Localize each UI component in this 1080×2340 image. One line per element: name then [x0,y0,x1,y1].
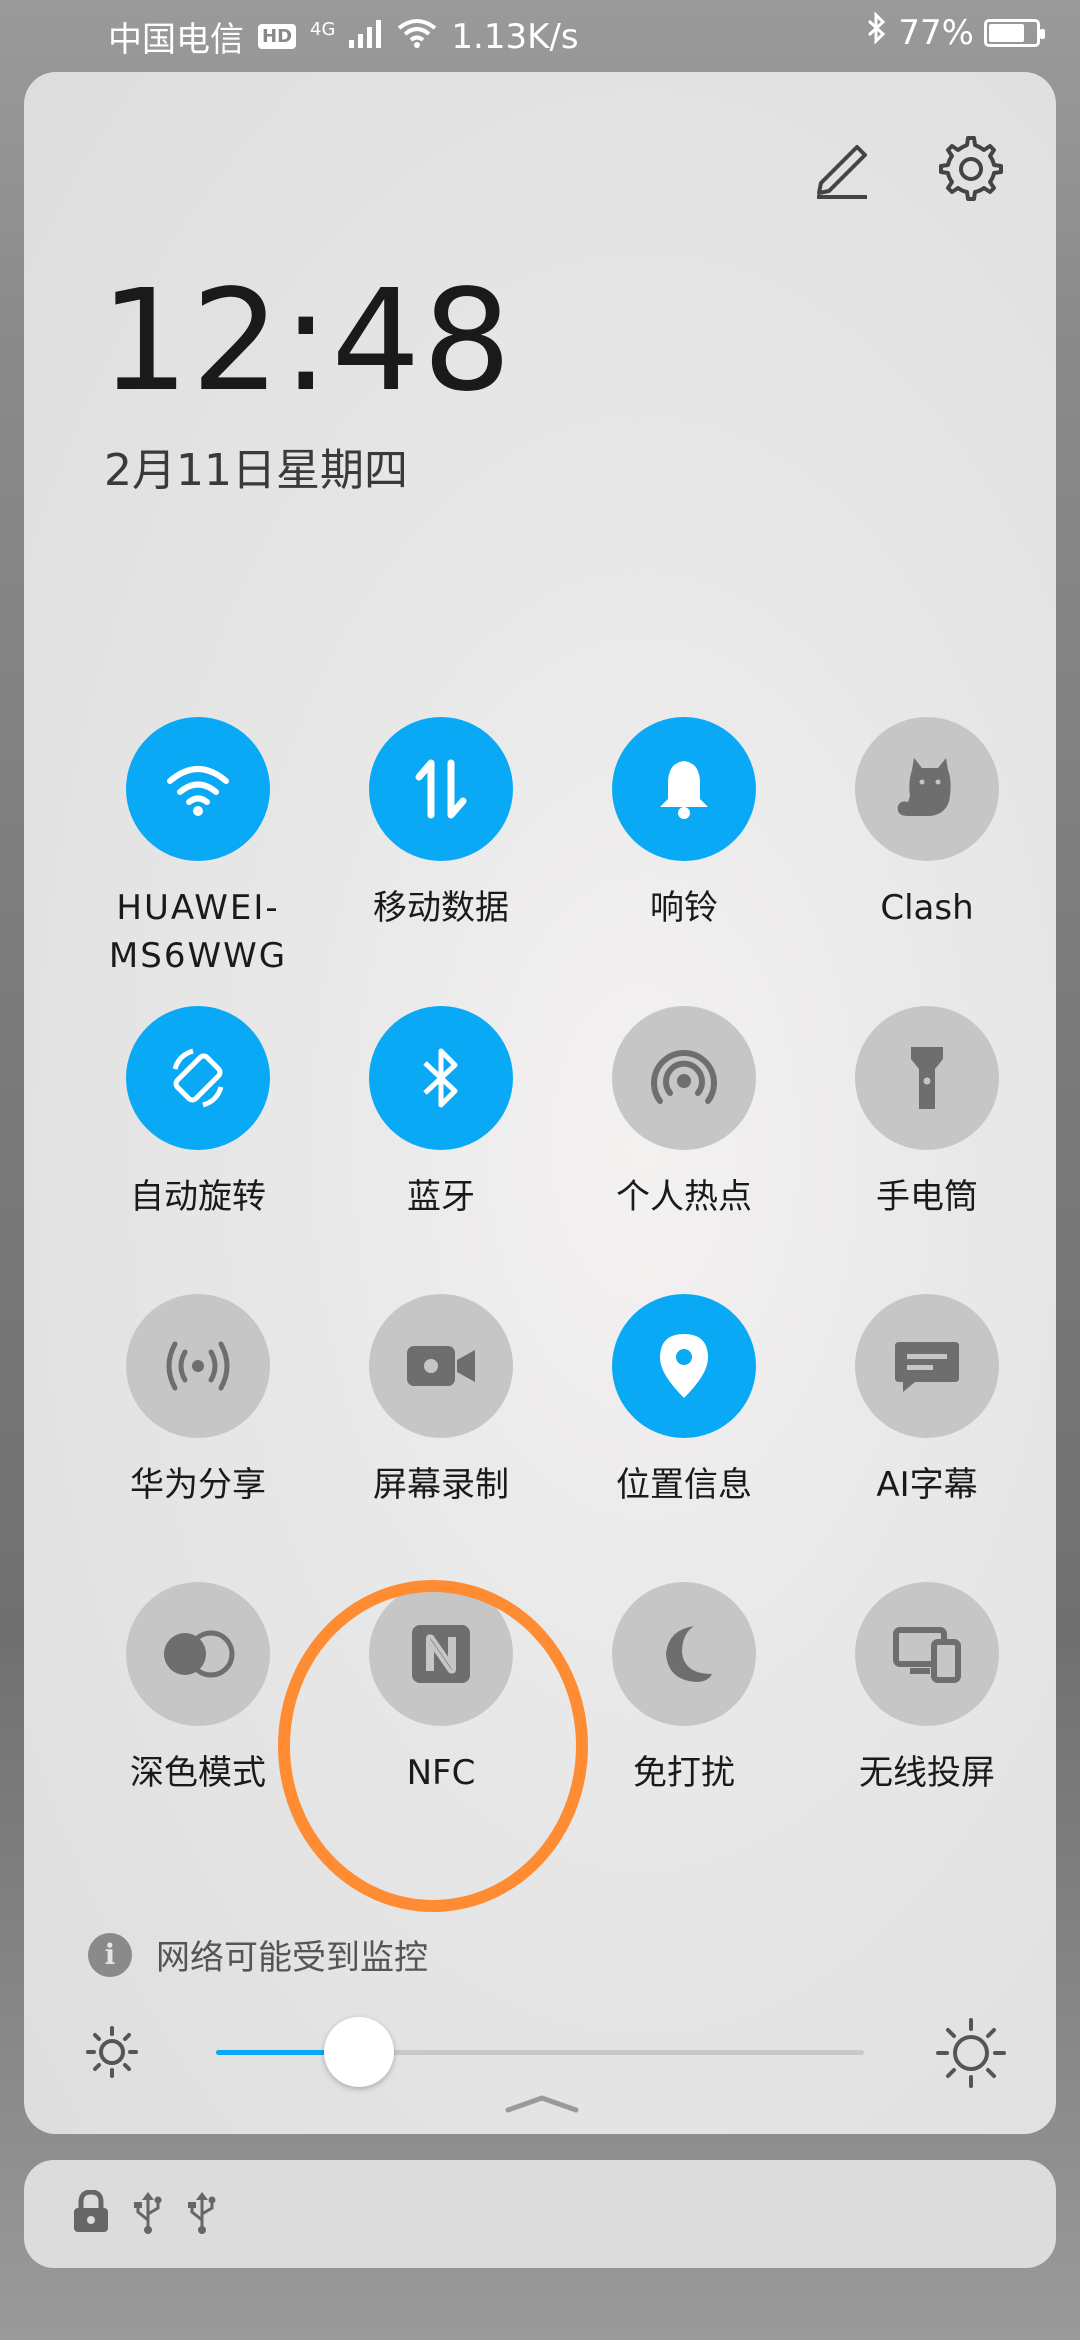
tile-wifi[interactable]: HUAWEI- MS6WWG [88,717,308,980]
notice-text: 网络可能受到监控 [156,1938,428,1978]
brightness-control [24,2012,1056,2092]
brightness-slider[interactable] [216,2017,864,2087]
tile-location[interactable]: 位置信息 [574,1294,794,1510]
hd-badge: HD [258,24,297,49]
edit-button[interactable] [806,134,876,204]
tile-label: Clash [880,888,974,928]
status-bar-left: 中国电信 HD 4G 1.13K/s [108,12,579,61]
gear-icon [939,136,1003,201]
battery-icon [984,18,1045,47]
tile-location-circle[interactable] [612,1294,756,1438]
bluetooth-icon [423,1048,458,1108]
notification-icons [72,2190,218,2234]
tile-bluetooth[interactable]: 蓝牙 [331,1006,551,1222]
tile-ai-subtitle[interactable]: AI字幕 [817,1294,1037,1510]
tile-do-not-disturb-circle[interactable] [612,1582,756,1726]
top-actions [806,134,1006,204]
cat-icon [897,758,951,816]
bell-icon [660,761,708,819]
brightness-low-icon [84,2024,140,2084]
nfc-highlight-annotation [278,1580,588,1912]
tile-screen-record[interactable]: 屏幕录制 [331,1294,551,1510]
tile-clash-circle[interactable] [855,717,999,861]
tile-flashlight[interactable]: 手电筒 [817,1006,1037,1222]
tile-label: 手电筒 [876,1177,978,1217]
wifi-icon [167,766,229,816]
tile-auto-rotate[interactable]: 自动旋转 [88,1006,308,1222]
tile-label: 位置信息 [616,1465,752,1505]
share-icon [166,1341,230,1391]
tile-label: 免打扰 [633,1753,735,1793]
panel-expand-handle[interactable] [504,2092,580,2118]
tile-label: 蓝牙 [407,1177,475,1217]
tile-dark-mode-circle[interactable] [126,1582,270,1726]
tile-wireless-projection[interactable]: 无线投屏 [817,1582,1037,1798]
tile-label: 移动数据 [373,888,509,928]
clock: 12:48 [100,260,514,423]
chevron-up-icon [505,2095,579,2113]
tile-bluetooth-circle[interactable] [369,1006,513,1150]
info-icon: i [88,1932,132,1977]
tile-label: 华为分享 [130,1465,266,1505]
tile-do-not-disturb[interactable]: 免打扰 [574,1582,794,1798]
tile-wifi-circle[interactable] [126,717,270,861]
tile-label: 无线投屏 [859,1753,995,1793]
lock-icon [74,2190,108,2232]
tile-mobile-data-circle[interactable] [369,717,513,861]
tile-label: AI字幕 [876,1465,978,1505]
rotate-icon [172,1048,224,1108]
notification-panel: 12:48 2月11日星期四 HUAWEI- MS6WWG 移动数据 响铃 Cl… [24,72,1056,2134]
tile-label: HUAWEI- MS6WWG [108,888,288,976]
moon-icon [666,1626,712,1682]
date: 2月11日星期四 [104,445,408,496]
location-icon [660,1334,708,1398]
pencil-icon [817,145,867,199]
screen-record-icon [407,1346,475,1386]
carrier-name: 中国电信 [108,20,244,60]
tile-ring-circle[interactable] [612,717,756,861]
status-bar-right: 77% [866,11,1045,53]
battery-percent: 77% [898,12,974,53]
tile-ai-subtitle-circle[interactable] [855,1294,999,1438]
hotspot-icon [651,1050,717,1104]
tile-huawei-share-circle[interactable] [126,1294,270,1438]
notification-card[interactable] [24,2160,1056,2268]
signal-icon [349,17,383,57]
tile-label: 个人热点 [616,1177,752,1217]
tile-clash[interactable]: Clash [817,717,1037,933]
tile-dark-mode[interactable]: 深色模式 [88,1582,308,1798]
dark-mode-icon [164,1630,235,1678]
wifi-status-icon [397,17,437,57]
bluetooth-status-icon [866,11,888,53]
tile-label: 屏幕录制 [373,1465,509,1505]
tile-label: 自动旋转 [130,1177,266,1217]
flashlight-icon [911,1047,943,1109]
subtitle-icon [895,1342,959,1392]
tile-label: 深色模式 [130,1753,266,1793]
status-bar: 中国电信 HD 4G 1.13K/s 77% [0,0,1080,70]
tile-mobile-data[interactable]: 移动数据 [331,717,551,933]
tile-auto-rotate-circle[interactable] [126,1006,270,1150]
tile-hotspot-circle[interactable] [612,1006,756,1150]
network-monitor-notice[interactable]: i 网络可能受到监控 [88,1930,428,1979]
tile-ring[interactable]: 响铃 [574,717,794,933]
settings-button[interactable] [936,134,1006,204]
tile-flashlight-circle[interactable] [855,1006,999,1150]
tile-label: 响铃 [650,888,718,928]
cast-icon [893,1627,961,1683]
tile-screen-record-circle[interactable] [369,1294,513,1438]
usb-icon [134,2192,162,2234]
usb-debugging-icon [188,2192,216,2234]
tile-wireless-projection-circle[interactable] [855,1582,999,1726]
network-speed: 1.13K/s [451,16,579,57]
brightness-slider-thumb[interactable] [324,2017,394,2087]
tile-huawei-share[interactable]: 华为分享 [88,1294,308,1510]
network-type: 4G [310,19,336,40]
mobile-data-icon [415,759,467,819]
tile-hotspot[interactable]: 个人热点 [574,1006,794,1222]
brightness-high-icon [936,2018,1006,2092]
